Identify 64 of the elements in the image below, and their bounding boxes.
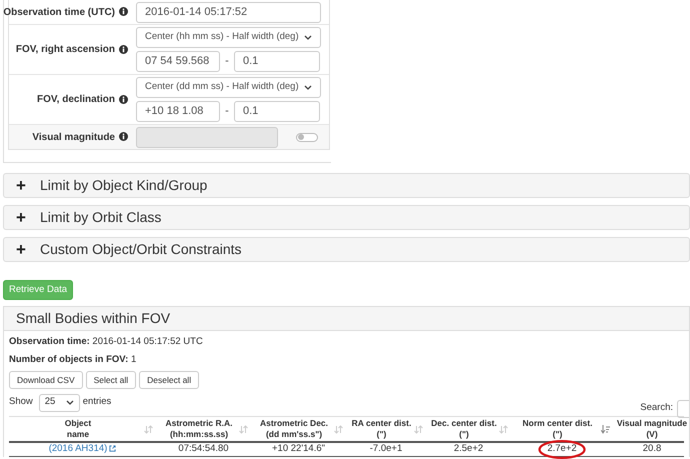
accordion-title: Limit by Orbit Class (40, 208, 162, 227)
table-action-button[interactable]: Deselect all (139, 371, 200, 389)
half-width-field[interactable]: 0.1 (234, 101, 320, 122)
accordion-header[interactable]: + Limit by Object Kind/Group (3, 173, 690, 198)
column-header[interactable]: Astrometric R.A. (hh:mm:ss.ss) (156, 417, 251, 441)
table-action-button[interactable]: Download CSV (9, 371, 83, 389)
plus-icon: + (16, 241, 32, 258)
observation-time-field[interactable]: 2016-01-14 05:17:52 (136, 2, 321, 22)
sort-icon[interactable] (239, 424, 248, 434)
table-cell: -7.0e+1 (370, 443, 402, 454)
accordion-title: Custom Object/Orbit Constraints (40, 240, 242, 259)
entries-label: entries (82, 395, 112, 410)
range-separator: - (224, 104, 230, 120)
info-icon (119, 44, 128, 54)
info-icon (119, 94, 128, 104)
external-link-icon (109, 445, 116, 452)
info-icon (119, 7, 128, 16)
sort-icon[interactable] (414, 424, 423, 434)
column-header[interactable]: Dec. center dist. (") (426, 417, 511, 441)
table-action-button[interactable]: Select all (86, 371, 136, 389)
observation-time-text: Observation time: 2016-01-14 05:17:52 UTC (9, 335, 204, 349)
caret-icon (304, 35, 312, 40)
caret-icon (66, 400, 74, 405)
object-count-text: Number of objects in FOV: 1 (9, 353, 138, 367)
mode-select[interactable]: Center (hh mm ss) - Half width (deg) (136, 27, 321, 48)
toggle-switch[interactable] (296, 132, 318, 142)
column-header[interactable]: Norm center dist. (") (511, 417, 613, 441)
plus-icon: + (16, 177, 32, 194)
table-cell: 2.5e+2 (454, 443, 484, 454)
field-label: Visual magnitude (32, 130, 128, 144)
table-cell: 20.8 (642, 443, 662, 454)
search-field[interactable] (677, 400, 689, 418)
show-label: Show (9, 395, 33, 410)
object-link[interactable]: (2016 AH314) (48, 443, 116, 454)
info-icon (119, 132, 128, 142)
table-cell: 07:54:54.80 (178, 443, 229, 454)
plus-icon: + (16, 209, 32, 226)
search-label: Search: (640, 401, 673, 416)
annotation-circle (538, 440, 586, 459)
panel-title: Small Bodies within FOV (16, 309, 170, 328)
half-width-field[interactable]: 0.1 (234, 51, 320, 72)
visual-magnitude-field[interactable] (136, 126, 278, 148)
field-label: Observation time (UTC) (3, 4, 128, 20)
range-separator: - (224, 54, 230, 70)
sort-descending-icon[interactable] (601, 424, 610, 434)
center-field[interactable]: 07 54 59.568 (136, 51, 220, 72)
column-header[interactable]: RA center dist. (") (346, 417, 426, 441)
accordion-title: Limit by Object Kind/Group (40, 176, 208, 195)
field-label: FOV, right ascension (16, 42, 128, 57)
sort-icon[interactable] (499, 424, 508, 434)
table-cell: +10 22'14.6" (272, 443, 325, 454)
column-header[interactable]: Visual magnitude (V) (613, 417, 690, 441)
mode-select[interactable]: Center (dd mm ss) - Half width (deg) (136, 77, 321, 98)
table-cell: 2.7e+2 (547, 443, 577, 454)
accordion-header[interactable]: + Limit by Orbit Class (3, 205, 690, 230)
field-label: FOV, declination (37, 92, 128, 107)
center-field[interactable]: +10 18 1.08 (136, 101, 220, 122)
sort-icon[interactable] (144, 424, 153, 434)
accordion-header[interactable]: + Custom Object/Orbit Constraints (3, 237, 690, 262)
sort-icon[interactable] (334, 424, 343, 434)
column-header[interactable]: Object name (9, 417, 156, 441)
caret-icon (304, 85, 312, 90)
entries-select[interactable]: 25 (38, 394, 80, 412)
column-header[interactable]: Astrometric Dec. (dd mm'ss.s") (251, 417, 346, 441)
